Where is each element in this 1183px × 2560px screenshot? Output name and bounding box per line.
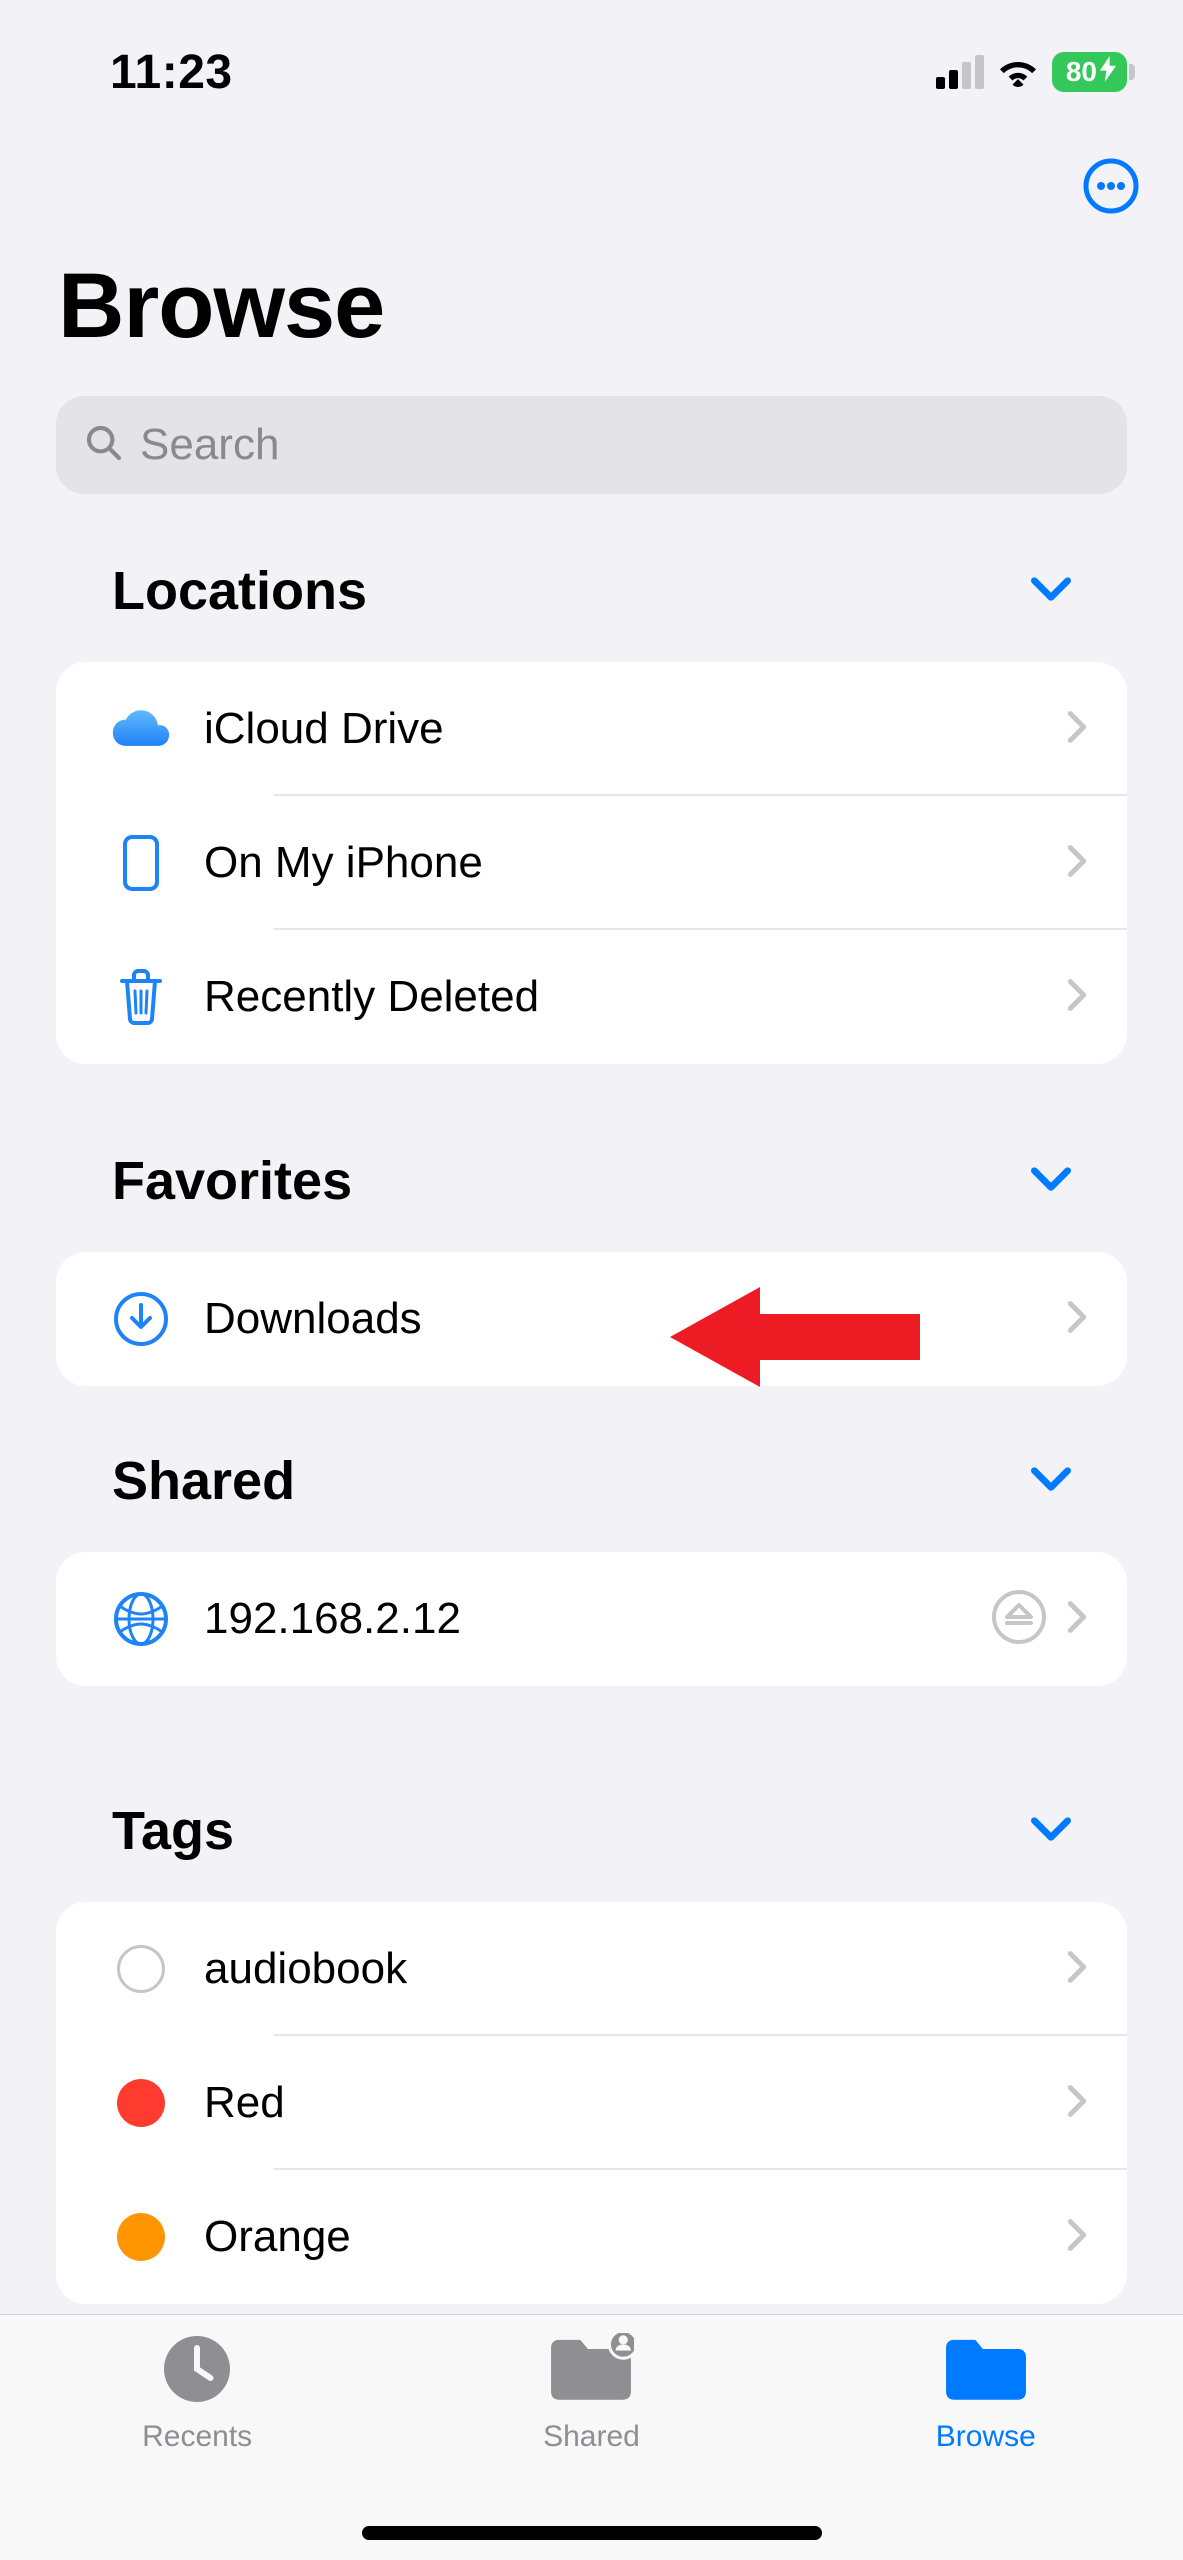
location-label: iCloud Drive bbox=[204, 704, 1067, 754]
tag-label: Red bbox=[204, 2078, 1067, 2128]
tag-label: audiobook bbox=[204, 1944, 1067, 1994]
chevron-down-icon bbox=[1031, 1165, 1071, 1198]
charging-icon bbox=[1099, 56, 1117, 89]
favorites-title: Favorites bbox=[112, 1150, 352, 1212]
chevron-right-icon bbox=[1067, 844, 1087, 883]
tags-section-header[interactable]: Tags bbox=[56, 1800, 1127, 1862]
tab-bar: Recents Shared Browse bbox=[0, 2314, 1183, 2560]
chevron-right-icon bbox=[1067, 2084, 1087, 2123]
tag-color-icon bbox=[96, 2213, 186, 2261]
search-icon bbox=[84, 423, 124, 468]
tag-color-icon bbox=[96, 2079, 186, 2127]
status-indicators: 80 bbox=[936, 52, 1127, 92]
tag-audiobook[interactable]: audiobook bbox=[56, 1902, 1127, 2036]
eject-button[interactable] bbox=[991, 1589, 1047, 1650]
chevron-right-icon bbox=[1067, 2218, 1087, 2257]
chevron-right-icon bbox=[1067, 1300, 1087, 1339]
location-on-my-iphone[interactable]: On My iPhone bbox=[56, 796, 1127, 930]
chevron-right-icon bbox=[1067, 1950, 1087, 1989]
more-options-button[interactable] bbox=[1083, 158, 1139, 214]
tab-recents[interactable]: Recents bbox=[2, 2333, 392, 2560]
favorites-section-header[interactable]: Favorites bbox=[56, 1150, 1127, 1212]
cellular-signal-icon bbox=[936, 55, 984, 89]
battery-percent: 80 bbox=[1066, 56, 1097, 88]
favorite-downloads[interactable]: Downloads bbox=[56, 1252, 1127, 1386]
status-time: 11:23 bbox=[110, 45, 233, 100]
chevron-down-icon bbox=[1031, 1465, 1071, 1498]
locations-section-header[interactable]: Locations bbox=[56, 560, 1127, 622]
tag-label: Orange bbox=[204, 2212, 1067, 2262]
chevron-right-icon bbox=[1067, 710, 1087, 749]
chevron-down-icon bbox=[1031, 1815, 1071, 1848]
tab-label: Recents bbox=[142, 2420, 252, 2454]
shared-title: Shared bbox=[112, 1450, 295, 1512]
location-recently-deleted[interactable]: Recently Deleted bbox=[56, 930, 1127, 1064]
cloud-icon bbox=[96, 708, 186, 750]
globe-icon bbox=[96, 1591, 186, 1647]
battery-indicator: 80 bbox=[1052, 52, 1127, 92]
search-input[interactable] bbox=[140, 420, 1099, 470]
tag-orange[interactable]: Orange bbox=[56, 2170, 1127, 2304]
status-bar: 11:23 80 bbox=[0, 42, 1183, 102]
tag-red[interactable]: Red bbox=[56, 2036, 1127, 2170]
trash-icon bbox=[96, 969, 186, 1025]
folder-icon bbox=[943, 2333, 1029, 2410]
tab-browse[interactable]: Browse bbox=[791, 2333, 1181, 2560]
tags-title: Tags bbox=[112, 1800, 234, 1862]
clock-icon bbox=[161, 2333, 233, 2410]
chevron-right-icon bbox=[1067, 1600, 1087, 1639]
favorite-label: Downloads bbox=[204, 1294, 1067, 1344]
chevron-down-icon bbox=[1031, 575, 1071, 608]
location-label: Recently Deleted bbox=[204, 972, 1067, 1022]
iphone-icon bbox=[96, 835, 186, 891]
shared-section-header[interactable]: Shared bbox=[56, 1450, 1127, 1512]
page-title: Browse bbox=[58, 254, 384, 359]
download-icon bbox=[96, 1291, 186, 1347]
location-label: On My iPhone bbox=[204, 838, 1067, 888]
tab-label: Browse bbox=[936, 2420, 1036, 2454]
wifi-icon bbox=[998, 57, 1038, 87]
tag-color-icon bbox=[96, 1945, 186, 1993]
shared-label: 192.168.2.12 bbox=[204, 1594, 991, 1644]
chevron-right-icon bbox=[1067, 978, 1087, 1017]
locations-title: Locations bbox=[112, 560, 367, 622]
home-indicator[interactable] bbox=[362, 2526, 822, 2540]
shared-folder-icon bbox=[548, 2333, 634, 2410]
location-icloud-drive[interactable]: iCloud Drive bbox=[56, 662, 1127, 796]
search-field-container[interactable] bbox=[56, 396, 1127, 494]
shared-server[interactable]: 192.168.2.12 bbox=[56, 1552, 1127, 1686]
tab-label: Shared bbox=[543, 2420, 640, 2454]
